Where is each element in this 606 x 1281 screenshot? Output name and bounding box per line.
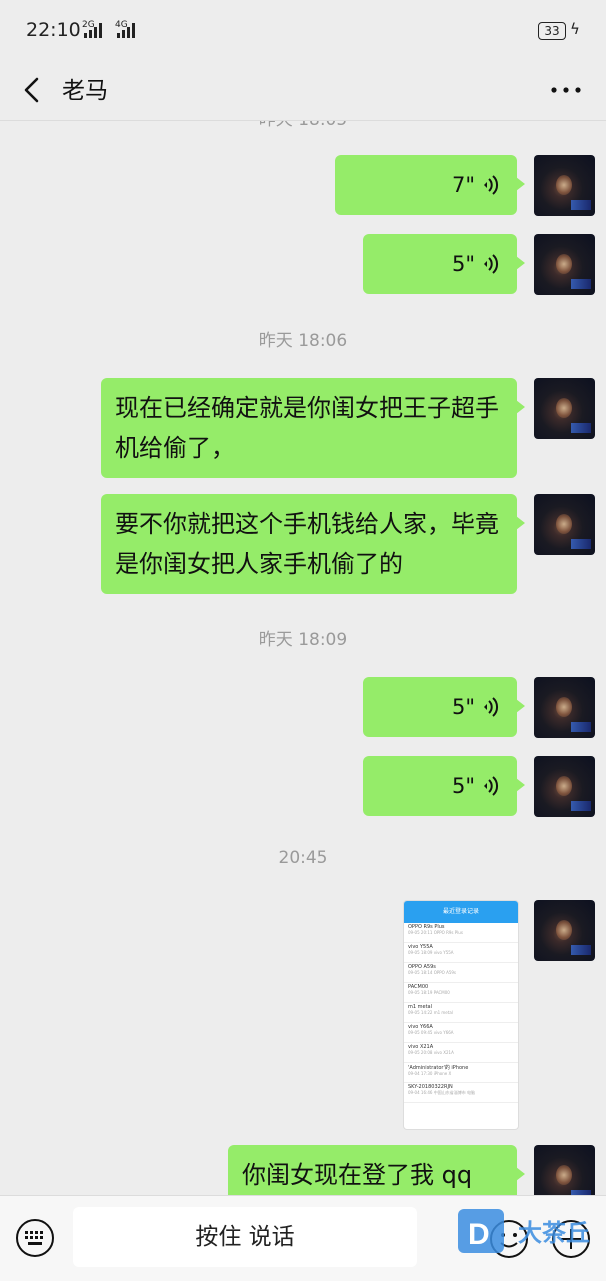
timestamp: 昨天 18:06 <box>258 331 348 351</box>
avatar[interactable] <box>534 155 595 216</box>
screenshot-row-detail: 09-05 18:14 OPPO A59s <box>408 970 456 975</box>
avatar[interactable] <box>534 677 595 738</box>
voice-wave-icon <box>484 697 499 717</box>
screenshot-row-detail: 09-04 17:30 iPhone X <box>408 1071 452 1076</box>
screenshot-row: OPPO A59s 09-05 18:14 OPPO A59s <box>404 963 518 983</box>
voice-wave-icon <box>484 175 499 195</box>
screenshot-row: vivo Y66A 09-05 09:45 vivo Y66A <box>404 1023 518 1043</box>
avatar[interactable] <box>534 756 595 817</box>
watermark-text: 大茶丘 <box>518 1219 590 1247</box>
screenshot-row: m1 metal 09-05 14:22 m1 metal <box>404 1003 518 1023</box>
voice-duration: 5" <box>451 252 475 276</box>
avatar[interactable] <box>534 900 595 961</box>
voice-message[interactable]: 5" <box>363 234 525 294</box>
signal-icon <box>117 22 135 38</box>
screenshot-row-detail: 09-05 09:45 vivo Y66A <box>408 1030 454 1035</box>
timestamp: 昨天 18:05 <box>0 121 606 130</box>
charging-icon: ϟ <box>570 20 580 38</box>
avatar[interactable] <box>534 494 595 555</box>
status-bar: 22:10 2G 4G 33 ϟ <box>0 0 606 62</box>
svg-text:D: D <box>468 1218 490 1251</box>
timestamp: 昨天 18:09 <box>258 630 348 650</box>
text-message[interactable]: 你闺女现在登了我 qq 了 <box>228 1145 525 1195</box>
voice-wave-icon <box>484 776 499 796</box>
text-message[interactable]: 现在已经确定就是你闺女把王子超手机给偷了， <box>101 378 525 478</box>
screenshot-row: SKY-20180322RJN 09-04 16:46 中国山东省淄博市 电脑 <box>404 1083 518 1103</box>
screenshot-row: OPPO R9s Plus 09-05 20:11 OPPO R9s Plus <box>404 923 518 943</box>
back-arrow-icon[interactable] <box>18 70 58 110</box>
voice-message[interactable]: 5" <box>363 756 525 816</box>
voice-duration: 5" <box>451 774 475 798</box>
chat-header: 老马 <box>0 62 606 121</box>
screenshot-row: 'Administrator'的 iPhone 09-04 17:30 iPhon… <box>404 1063 518 1083</box>
signal-icon <box>84 22 102 38</box>
avatar[interactable] <box>534 378 595 439</box>
avatar[interactable] <box>534 234 595 295</box>
voice-duration: 5" <box>451 695 475 719</box>
timestamp: 20:45 <box>278 848 328 868</box>
screenshot-row-detail: 09-05 20:11 OPPO R9s Plus <box>408 930 463 935</box>
screenshot-row: vivo X21A 09-05 20:08 vivo X21A <box>404 1043 518 1063</box>
voice-message[interactable]: 5" <box>363 677 525 737</box>
screenshot-title: 最近登录记录 <box>404 901 518 923</box>
screenshot-row-detail: 09-05 20:08 vivo X21A <box>408 1050 454 1055</box>
screenshot-row-device: 'Administrator'的 iPhone <box>408 1065 469 1071</box>
screenshot-row: PACM00 09-05 18:19 PACM00 <box>404 983 518 1003</box>
battery-icon: 33 <box>538 22 566 40</box>
voice-wave-icon <box>484 254 499 274</box>
text-message[interactable]: 要不你就把这个手机钱给人家，毕竟是你闺女把人家手机偷了的 <box>101 494 525 594</box>
chat-title: 老马 <box>62 78 108 104</box>
screenshot-row-detail: 09-05 18:09 vivo Y55A <box>408 950 454 955</box>
status-time: 22:10 <box>26 19 81 41</box>
voice-duration: 7" <box>451 173 475 197</box>
screenshot-row: vivo Y55A 09-05 18:09 vivo Y55A <box>404 943 518 963</box>
screenshot-row-detail: 09-05 18:19 PACM00 <box>408 990 450 995</box>
watermark-logo: D 大茶丘 <box>458 1209 590 1253</box>
screenshot-row-detail: 09-05 14:22 m1 metal <box>408 1010 453 1015</box>
more-icon[interactable] <box>546 70 586 110</box>
screenshot-row-detail: 09-04 16:46 中国山东省淄博市 电脑 <box>408 1090 475 1095</box>
keyboard-icon[interactable] <box>15 1218 55 1258</box>
hold-to-talk-button[interactable]: 按住 说话 <box>73 1207 417 1267</box>
voice-message[interactable]: 7" <box>335 155 525 215</box>
message-list[interactable]: 昨天 18:05 7" 5" 昨天 18:06 现在已经确定就是你闺女把王子超手… <box>0 121 606 1195</box>
avatar[interactable] <box>534 1145 595 1195</box>
image-message[interactable]: 最近登录记录 OPPO R9s Plus 09-05 20:11 OPPO R9s… <box>403 900 519 1130</box>
